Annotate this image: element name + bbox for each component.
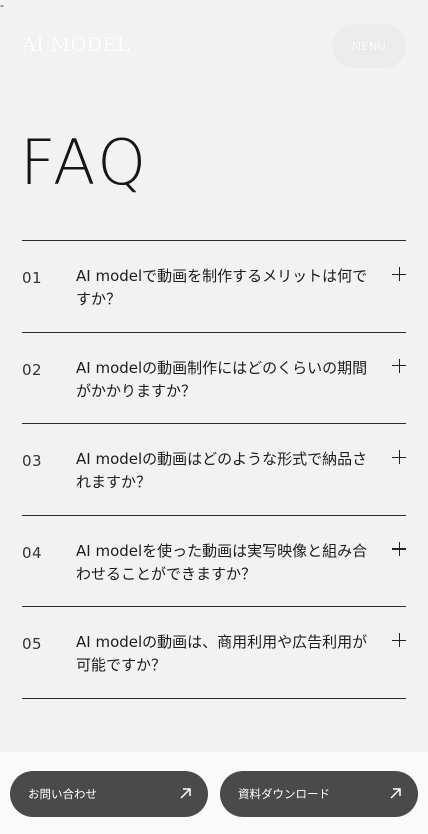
plus-icon[interactable]: [392, 358, 406, 373]
faq-item-03[interactable]: 03 AI modelの動画はどのような形式で納品されますか？: [22, 424, 406, 516]
arrow-up-right-icon: [390, 788, 401, 799]
faq-question: AI modelの動画制作にはどのくらいの期間がかかりますか？: [76, 358, 368, 400]
plus-icon[interactable]: [392, 267, 406, 281]
site-header: AI MODEL MENU: [0, 0, 428, 92]
menu-button[interactable]: MENU: [332, 24, 406, 68]
faq-question: AI modelの動画はどのような形式で納品されますか？: [76, 450, 368, 492]
faq-number: 04: [22, 543, 43, 562]
page-title: FAQ: [20, 126, 150, 199]
faq-number: 05: [22, 635, 43, 654]
plus-icon[interactable]: [392, 541, 406, 556]
plus-icon[interactable]: [392, 450, 406, 465]
faq-list: 01 AI modelで動画を制作するメリットは何ですか？ 02 AI mode…: [22, 240, 406, 699]
faq-item-02[interactable]: 02 AI modelの動画制作にはどのくらいの期間がかかりますか？: [22, 333, 406, 425]
contact-button[interactable]: お問い合わせ: [10, 771, 208, 817]
faq-number: 03: [22, 452, 43, 471]
faq-item-04[interactable]: 04 AI modelを使った動画は実写映像と組み合わせることができますか？: [22, 516, 406, 608]
faq-number: 02: [22, 360, 43, 379]
arrow-up-right-icon: [180, 788, 191, 799]
faq-item-05[interactable]: 05 AI modelの動画は、商用利用や広告利用が可能ですか？: [22, 607, 406, 699]
faq-question: AI modelを使った動画は実写映像と組み合わせることができますか？: [76, 541, 368, 583]
faq-item-01[interactable]: 01 AI modelで動画を制作するメリットは何ですか？: [22, 241, 406, 333]
faq-question: AI modelの動画は、商用利用や広告利用が可能ですか？: [76, 633, 368, 675]
faq-number: 01: [22, 269, 43, 287]
contact-button-label: お問い合わせ: [28, 787, 97, 801]
download-button-label: 資料ダウンロード: [238, 787, 330, 801]
menu-button-label: MENU: [351, 39, 387, 53]
plus-icon[interactable]: [392, 633, 406, 648]
faq-question: AI modelで動画を制作するメリットは何ですか？: [76, 267, 368, 308]
download-button[interactable]: 資料ダウンロード: [220, 771, 418, 817]
logo[interactable]: AI MODEL: [22, 34, 130, 56]
